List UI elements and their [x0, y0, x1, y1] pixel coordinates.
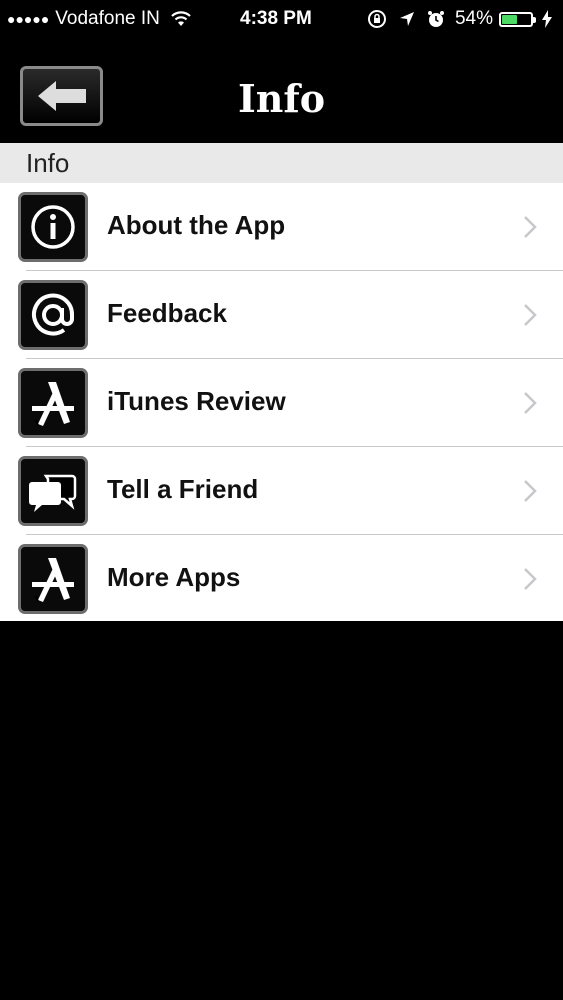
list-item-itunes-review[interactable]: iTunes Review: [0, 359, 563, 447]
at-sign-icon: [18, 280, 88, 350]
list-item-label: About the App: [107, 210, 286, 240]
list-item-label: Tell a Friend: [107, 474, 259, 504]
rotation-lock-icon: [367, 10, 386, 28]
list-item-tell-a-friend[interactable]: Tell a Friend: [0, 447, 563, 535]
list-item-label: More Apps: [107, 562, 241, 592]
charging-bolt-icon: [542, 10, 552, 28]
wifi-icon: [171, 11, 191, 26]
chevron-right-icon: [524, 216, 537, 238]
app-store-icon: [18, 544, 88, 614]
list-item-about-the-app[interactable]: About the App: [0, 183, 563, 271]
location-arrow-icon: [399, 12, 414, 26]
carrier-name: Vodafone IN: [55, 8, 160, 29]
battery-percent: 54%: [454, 8, 493, 29]
status-bar: ●●●●● Vodafone IN 4:38 PM 54%: [0, 0, 563, 40]
list-item-more-apps[interactable]: More Apps: [0, 535, 563, 623]
chevron-right-icon: [524, 568, 537, 590]
signal-strength-icon: ●●●●●: [7, 11, 50, 27]
battery-level: [502, 14, 518, 24]
page-title: Info: [237, 76, 326, 121]
navigation-bar: Info: [0, 40, 563, 143]
section-header: Info: [0, 143, 563, 183]
chat-bubbles-icon: [18, 456, 88, 526]
chevron-right-icon: [524, 480, 537, 502]
chevron-right-icon: [524, 392, 537, 414]
alarm-icon: [427, 11, 444, 27]
list-item-feedback[interactable]: Feedback: [0, 271, 563, 359]
app-store-icon: [18, 368, 88, 438]
clock: 4:38 PM: [240, 8, 312, 29]
info-icon: [18, 192, 88, 262]
info-menu-list: About the App Feedback iTunes Review Tel…: [0, 183, 563, 621]
list-item-label: Feedback: [107, 298, 227, 328]
list-item-label: iTunes Review: [107, 386, 286, 416]
battery-icon: [499, 11, 536, 27]
chevron-right-icon: [524, 304, 537, 326]
